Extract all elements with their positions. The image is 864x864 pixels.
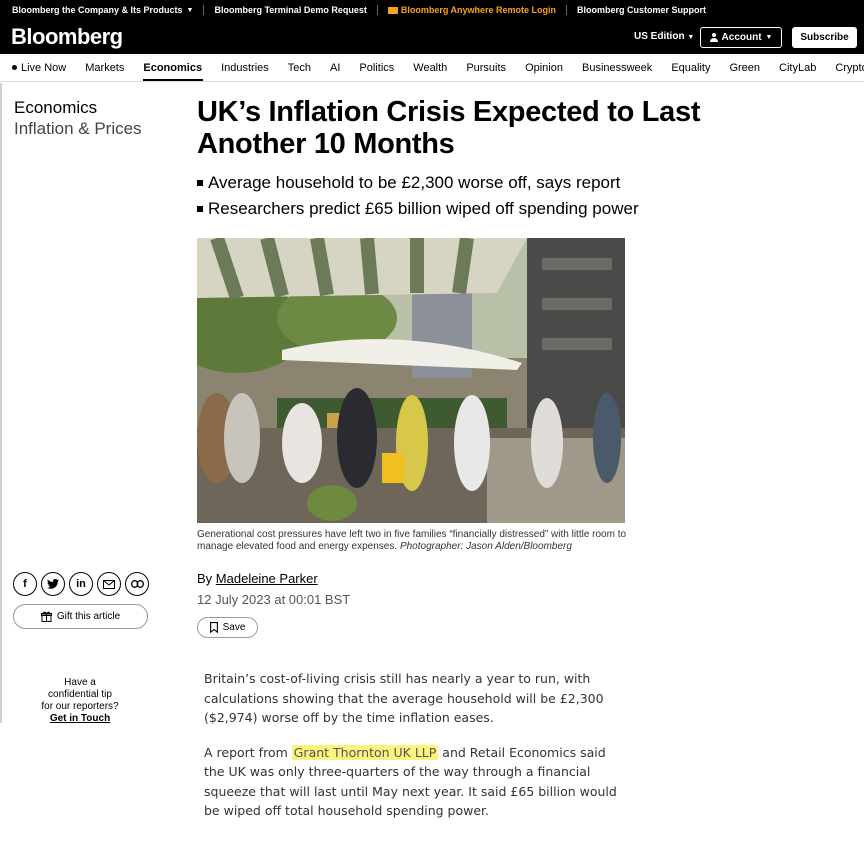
nav-item-markets[interactable]: Markets	[76, 54, 134, 81]
person-icon	[709, 33, 718, 42]
photo-credit: Photographer: Jason Alden/Bloomberg	[399, 541, 572, 552]
bloomberg-logo[interactable]: Bloomberg	[11, 24, 123, 50]
chevron-down-icon: ▼	[765, 34, 773, 41]
gift-icon	[40, 611, 52, 622]
customer-support-link[interactable]: Bloomberg Customer Support	[577, 5, 706, 15]
summary-bullet: Researchers predict £65 billion wiped of…	[197, 196, 639, 222]
header-bar: Bloomberg US Edition ▼ Account ▼ Subscrib…	[0, 20, 864, 54]
terminal-icon	[387, 6, 398, 14]
nav-label: Live Now	[21, 61, 67, 74]
nav-item-equality[interactable]: Equality	[662, 54, 720, 81]
tip-text: confidential tip	[48, 689, 112, 700]
save-button[interactable]: Save	[197, 617, 258, 638]
bookmark-icon	[209, 622, 218, 633]
divider	[566, 5, 568, 15]
share-bar: f in	[13, 572, 149, 596]
paragraph-text: A report from	[204, 744, 292, 760]
nav-item-live-now[interactable]: Live Now	[0, 54, 76, 81]
section-title[interactable]: Economics	[14, 98, 97, 118]
facebook-icon[interactable]: f	[13, 572, 37, 596]
email-icon[interactable]	[97, 572, 121, 596]
company-products-label: Bloomberg the Company & Its Products	[12, 5, 183, 15]
article-body: Britain’s cost-of-living crisis still ha…	[204, 669, 624, 821]
byline-prefix: By	[197, 571, 213, 586]
company-products-link[interactable]: Bloomberg the Company & Its Products ▼	[12, 5, 193, 15]
edition-selector[interactable]: US Edition ▼	[634, 31, 694, 42]
subsection-title[interactable]: Inflation & Prices	[14, 119, 142, 139]
nav-item-green[interactable]: Green	[720, 54, 770, 81]
body-paragraph: A report from Grant Thornton UK LLP and …	[204, 743, 624, 821]
nav-item-opinion[interactable]: Opinion	[516, 54, 573, 81]
edition-label: US Edition	[634, 31, 685, 42]
market-stall-photo	[197, 238, 625, 523]
nav-item-politics[interactable]: Politics	[350, 54, 404, 81]
author-link[interactable]: Madeleine Parker	[216, 571, 318, 586]
nav-item-tech[interactable]: Tech	[278, 54, 320, 81]
gift-article-button[interactable]: Gift this article	[13, 604, 148, 629]
body-paragraph: Britain’s cost-of-living crisis still ha…	[204, 671, 604, 725]
nav-item-industries[interactable]: Industries	[212, 54, 279, 81]
confidential-tip: Have a confidential tip for our reporter…	[20, 677, 140, 725]
photo-caption: Generational cost pressures have left tw…	[197, 529, 637, 553]
tip-text: Have a	[64, 677, 96, 688]
anywhere-login-label: Bloomberg Anywhere Remote Login	[400, 5, 557, 15]
linkedin-icon[interactable]: in	[69, 572, 93, 596]
publish-date: 12 July 2023 at 00:01 BST	[197, 592, 351, 607]
divider	[376, 5, 378, 15]
nav-item-ai[interactable]: AI	[321, 54, 350, 81]
terminal-demo-link[interactable]: Bloomberg Terminal Demo Request	[214, 5, 366, 15]
nav-item-crypto[interactable]: Crypto	[826, 54, 864, 81]
account-label: Account	[721, 32, 762, 43]
nav-item-wealth[interactable]: Wealth	[404, 54, 457, 81]
grant-thornton-link[interactable]: Grant Thornton UK LLP	[291, 744, 439, 760]
chevron-down-icon: ▼	[687, 34, 695, 41]
article-headline: UK’s Inflation Crisis Expected to Last A…	[197, 96, 701, 160]
get-in-touch-link[interactable]: Get in Touch	[20, 713, 140, 725]
divider	[203, 5, 205, 15]
save-label: Save	[222, 622, 246, 633]
copy-link-icon[interactable]	[125, 572, 149, 596]
gift-article-label: Gift this article	[56, 611, 121, 622]
account-button[interactable]: Account ▼	[700, 27, 782, 48]
nav-item-economics[interactable]: Economics	[134, 54, 212, 81]
nav-item-citylab[interactable]: CityLab	[770, 54, 826, 81]
section-nav: Live Now Markets Economics Industries Te…	[0, 54, 864, 82]
live-dot-icon	[12, 65, 17, 70]
summary-bullet: Average household to be £2,300 worse off…	[197, 170, 639, 196]
tip-text: for our reporters?	[41, 701, 119, 712]
top-utility-bar: Bloomberg the Company & Its Products ▼ Bl…	[0, 0, 864, 20]
nav-item-pursuits[interactable]: Pursuits	[457, 54, 516, 81]
anywhere-login-link[interactable]: Bloomberg Anywhere Remote Login	[387, 5, 557, 15]
article-summary: Average household to be £2,300 worse off…	[197, 170, 639, 222]
twitter-icon[interactable]	[41, 572, 65, 596]
subscribe-button[interactable]: Subscribe	[792, 27, 857, 48]
byline: By Madeleine Parker	[197, 571, 318, 586]
chevron-down-icon: ▼	[186, 6, 194, 14]
sidebar-divider	[0, 83, 2, 723]
nav-item-businessweek[interactable]: Businessweek	[572, 54, 661, 81]
